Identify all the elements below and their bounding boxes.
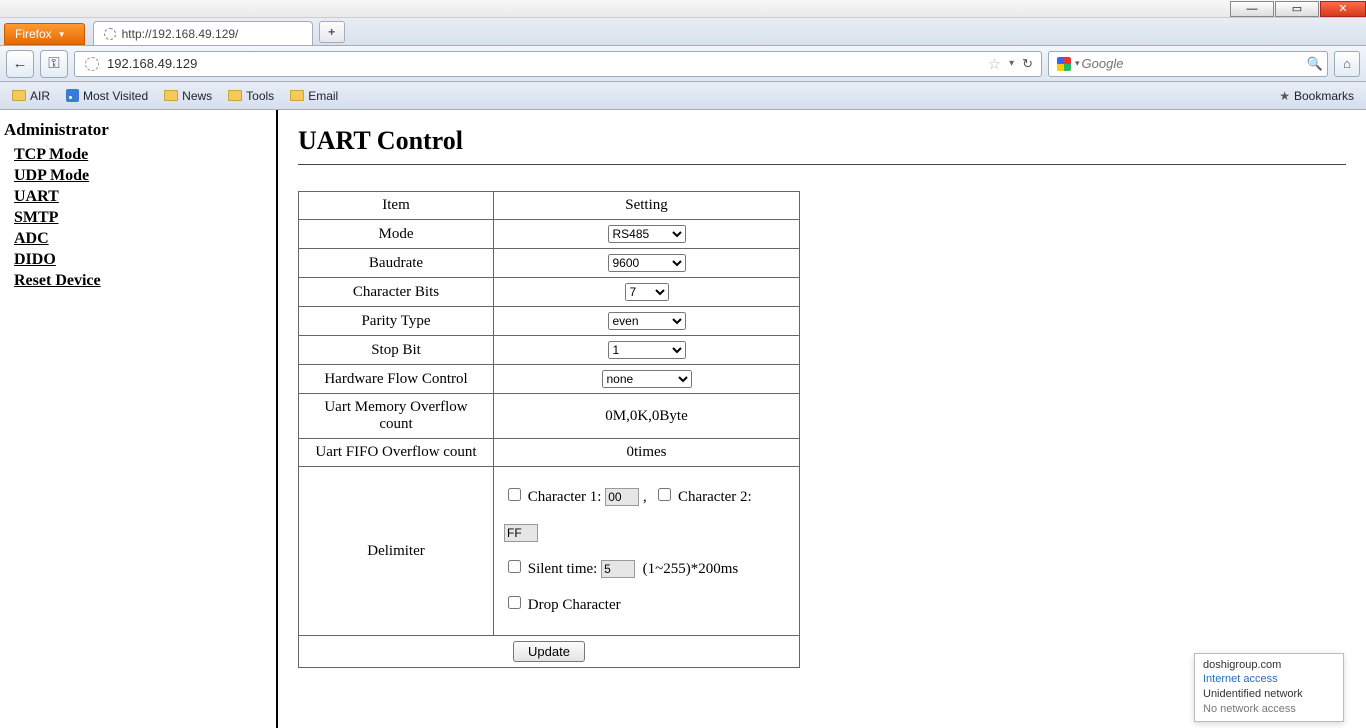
bookmark-label: Most Visited: [83, 89, 148, 103]
url-bar[interactable]: ☆ ▾ ↻: [74, 51, 1042, 77]
window-maximize-button[interactable]: ▭: [1275, 1, 1319, 17]
bookmark-email[interactable]: Email: [284, 87, 344, 105]
hwflow-select[interactable]: none: [602, 370, 692, 388]
row-label-parity: Parity Type: [299, 307, 494, 336]
char2-label: Character 2:: [678, 489, 752, 505]
row-label-memovf: Uart Memory Overflow count: [299, 394, 494, 439]
window-titlebar: — ▭ ✕: [0, 0, 1366, 18]
sidebar-item-reset-device[interactable]: Reset Device: [14, 272, 272, 290]
search-icon[interactable]: 🔍: [1307, 56, 1323, 72]
char2-input[interactable]: [504, 524, 538, 542]
net-line1: doshigroup.com: [1203, 658, 1335, 673]
silent-suffix: (1~255)*200ms: [643, 561, 739, 577]
row-label-charbits: Character Bits: [299, 278, 494, 307]
bookmark-label: Bookmarks: [1294, 89, 1354, 103]
url-input[interactable]: [105, 55, 984, 72]
keyhole-button[interactable]: ⚿: [40, 50, 68, 78]
row-label-delimiter: Delimiter: [299, 467, 494, 636]
star-icon: ★: [1279, 89, 1290, 103]
th-item: Item: [299, 192, 494, 220]
mode-select[interactable]: RS485: [608, 225, 686, 243]
nav-toolbar: ← ⚿ ☆ ▾ ↻ ▾ 🔍 ⌂: [0, 46, 1366, 82]
sidebar-item-dido[interactable]: DIDO: [14, 251, 272, 269]
update-button[interactable]: Update: [513, 641, 585, 662]
parity-select[interactable]: even: [608, 312, 686, 330]
bookmark-label: AIR: [30, 89, 50, 103]
sidebar-heading: Administrator: [4, 120, 272, 140]
char1-checkbox[interactable]: [508, 488, 521, 501]
bookmark-news[interactable]: News: [158, 87, 218, 105]
net-line2: Internet access: [1203, 672, 1335, 687]
bookmark-label: Email: [308, 89, 338, 103]
bookmark-most-visited[interactable]: Most Visited: [60, 87, 154, 105]
delim-sep: ,: [643, 489, 647, 505]
google-icon: [1057, 57, 1071, 71]
row-label-hwflow: Hardware Flow Control: [299, 365, 494, 394]
window-minimize-button[interactable]: —: [1230, 1, 1274, 17]
silent-label: Silent time:: [528, 561, 598, 577]
url-throbber-icon: [85, 57, 99, 71]
delimiter-cell: Character 1: , Character 2: Silent time:…: [494, 467, 800, 636]
charbits-select[interactable]: 7: [625, 283, 669, 301]
row-label-baudrate: Baudrate: [299, 249, 494, 278]
page-title: UART Control: [298, 126, 1346, 156]
divider: [298, 164, 1346, 165]
stopbit-select[interactable]: 1: [608, 341, 686, 359]
bookmark-star-icon[interactable]: ☆: [988, 55, 1001, 73]
bookmark-tools[interactable]: Tools: [222, 87, 280, 105]
row-label-mode: Mode: [299, 220, 494, 249]
row-label-stopbit: Stop Bit: [299, 336, 494, 365]
browser-tab[interactable]: http://192.168.49.129/: [93, 21, 313, 45]
search-input[interactable]: [1080, 55, 1303, 72]
char1-label: Character 1:: [528, 489, 602, 505]
tab-title: http://192.168.49.129/: [122, 27, 239, 41]
sidebar-item-tcp-mode[interactable]: TCP Mode: [14, 146, 272, 164]
silent-input[interactable]: [601, 560, 635, 578]
url-dropdown-icon[interactable]: ▾: [1009, 58, 1014, 69]
admin-sidebar: Administrator TCP Mode UDP Mode UART SMT…: [0, 110, 278, 728]
char2-checkbox[interactable]: [658, 488, 671, 501]
back-button[interactable]: ←: [6, 50, 34, 78]
uart-config-table: Item Setting Mode RS485 Baudrate 9600 Ch…: [298, 191, 800, 668]
bookmark-label: Tools: [246, 89, 274, 103]
th-setting: Setting: [494, 192, 800, 220]
row-value-fifoovf: 0times: [494, 439, 800, 467]
sidebar-item-smtp[interactable]: SMTP: [14, 209, 272, 227]
tab-strip: Firefox http://192.168.49.129/ +: [0, 18, 1366, 46]
folder-icon: [228, 90, 242, 101]
sidebar-item-uart[interactable]: UART: [14, 188, 272, 206]
home-button[interactable]: ⌂: [1334, 51, 1360, 77]
bookmarks-toolbar: AIR Most Visited News Tools Email ★ Bookm…: [0, 82, 1366, 110]
drop-checkbox[interactable]: [508, 596, 521, 609]
folder-icon: [12, 90, 26, 101]
bookmarks-menu[interactable]: ★ Bookmarks: [1273, 87, 1360, 105]
silent-checkbox[interactable]: [508, 560, 521, 573]
bookmark-label: News: [182, 89, 212, 103]
net-line4: No network access: [1203, 702, 1335, 717]
reload-icon[interactable]: ↻: [1022, 56, 1033, 72]
window-close-button[interactable]: ✕: [1320, 1, 1366, 17]
content-area: UART Control Item Setting Mode RS485 Bau…: [278, 110, 1366, 728]
sidebar-item-adc[interactable]: ADC: [14, 230, 272, 248]
firefox-menu-button[interactable]: Firefox: [4, 23, 85, 45]
char1-input[interactable]: [605, 488, 639, 506]
folder-icon: [290, 90, 304, 101]
net-line3: Unidentified network: [1203, 687, 1335, 702]
drop-label: Drop Character: [528, 597, 621, 613]
folder-icon: [164, 90, 178, 101]
row-label-fifoovf: Uart FIFO Overflow count: [299, 439, 494, 467]
search-bar[interactable]: ▾ 🔍: [1048, 51, 1328, 77]
baudrate-select[interactable]: 9600: [608, 254, 686, 272]
network-status-popup: doshigroup.com Internet access Unidentif…: [1194, 653, 1344, 722]
sidebar-item-udp-mode[interactable]: UDP Mode: [14, 167, 272, 185]
bookmark-air[interactable]: AIR: [6, 87, 56, 105]
row-value-memovf: 0M,0K,0Byte: [494, 394, 800, 439]
loading-throbber-icon: [104, 28, 116, 40]
new-tab-button[interactable]: +: [319, 21, 345, 43]
feed-icon: [66, 89, 79, 102]
